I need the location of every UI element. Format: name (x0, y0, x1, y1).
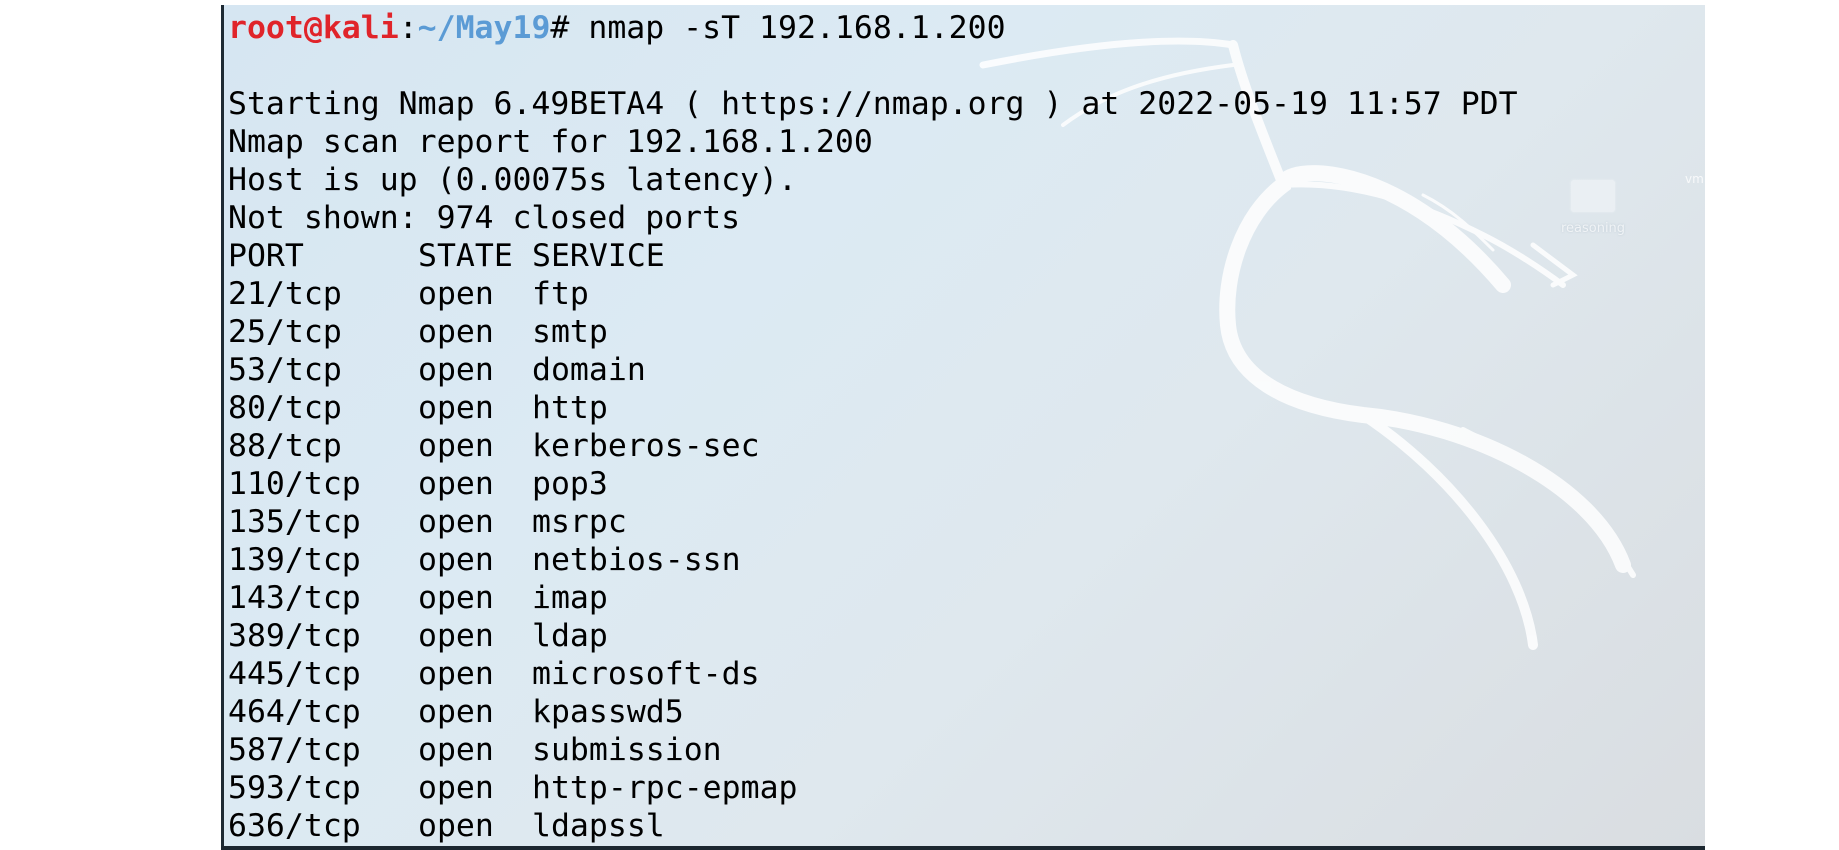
terminal-prompt-line: root@kali:~/May19# nmap -sT 192.168.1.20… (228, 9, 1518, 47)
port-number: 593/tcp (228, 770, 361, 806)
port-number: 636/tcp (228, 808, 361, 844)
port-number: 53/tcp (228, 352, 342, 388)
port-row: 139/tcp open netbios-ssn (228, 541, 1518, 579)
port-row: 88/tcp open kerberos-sec (228, 427, 1518, 465)
terminal-output-line: Starting Nmap 6.49BETA4 ( https://nmap.o… (228, 86, 1518, 122)
port-state: open (418, 314, 494, 350)
header-service: SERVICE (532, 238, 665, 274)
port-number: 25/tcp (228, 314, 342, 350)
port-service: submission (532, 732, 722, 768)
desktop-folder-shortcut[interactable]: reasoning (1543, 180, 1643, 236)
port-number: 110/tcp (228, 466, 361, 502)
port-row: 25/tcp open smtp (228, 313, 1518, 351)
port-row: 143/tcp open imap (228, 579, 1518, 617)
port-table-header: PORT STATE SERVICE (228, 237, 1518, 275)
port-number: 80/tcp (228, 390, 342, 426)
window-left-border (221, 5, 224, 850)
port-service: ldapssl (532, 808, 665, 844)
port-number: 464/tcp (228, 694, 361, 730)
port-state: open (418, 276, 494, 312)
port-service: http-rpc-epmap (532, 770, 798, 806)
port-row: 135/tcp open msrpc (228, 503, 1518, 541)
port-number: 88/tcp (228, 428, 342, 464)
port-state: open (418, 390, 494, 426)
prompt-symbol: # (550, 10, 570, 46)
port-service: pop3 (532, 466, 608, 502)
port-service: imap (532, 580, 608, 616)
port-number: 21/tcp (228, 276, 342, 312)
port-number: 389/tcp (228, 618, 361, 654)
port-service: kerberos-sec (532, 428, 760, 464)
desktop-background: reasoning vm root@kali:~/May19# nmap -sT… (223, 5, 1705, 850)
prompt-command: nmap -sT 192.168.1.200 (569, 10, 1006, 46)
header-state: STATE (418, 238, 513, 274)
port-state: open (418, 618, 494, 654)
prompt-path: ~/May19 (417, 10, 551, 46)
port-number: 143/tcp (228, 580, 361, 616)
window-bottom-border (221, 846, 1705, 850)
port-service: netbios-ssn (532, 542, 741, 578)
prompt-user-host: root@kali (228, 10, 399, 46)
port-state: open (418, 732, 494, 768)
port-service: ftp (532, 276, 589, 312)
port-state: open (418, 504, 494, 540)
port-state: open (418, 694, 494, 730)
terminal-output-line: Host is up (0.00075s latency). (228, 162, 797, 198)
port-row: 389/tcp open ldap (228, 617, 1518, 655)
port-state: open (418, 770, 494, 806)
port-service: kpasswd5 (532, 694, 684, 730)
header-port: PORT (228, 238, 304, 274)
desktop-folder-label: reasoning (1560, 221, 1626, 236)
port-state: open (418, 428, 494, 464)
port-state: open (418, 352, 494, 388)
port-row: 464/tcp open kpasswd5 (228, 693, 1518, 731)
folder-icon (1571, 180, 1615, 212)
port-service: smtp (532, 314, 608, 350)
port-service: msrpc (532, 504, 627, 540)
port-row: 636/tcp open ldapssl (228, 807, 1518, 845)
port-number: 139/tcp (228, 542, 361, 578)
port-service: http (532, 390, 608, 426)
port-row: 445/tcp open microsoft-ds (228, 655, 1518, 693)
port-state: open (418, 656, 494, 692)
port-row: 53/tcp open domain (228, 351, 1518, 389)
port-service: domain (532, 352, 646, 388)
desktop-vm-label: vm (1685, 172, 1704, 186)
terminal-output-line: Not shown: 974 closed ports (228, 200, 741, 236)
port-state: open (418, 808, 494, 844)
port-row: 80/tcp open http (228, 389, 1518, 427)
port-state: open (418, 580, 494, 616)
terminal-output[interactable]: root@kali:~/May19# nmap -sT 192.168.1.20… (228, 9, 1518, 845)
port-row: 21/tcp open ftp (228, 275, 1518, 313)
port-row: 593/tcp open http-rpc-epmap (228, 769, 1518, 807)
port-state: open (418, 542, 494, 578)
port-service: ldap (532, 618, 608, 654)
port-number: 135/tcp (228, 504, 361, 540)
port-row: 110/tcp open pop3 (228, 465, 1518, 503)
port-number: 445/tcp (228, 656, 361, 692)
prompt-separator: : (398, 10, 418, 46)
port-state: open (418, 466, 494, 502)
port-row: 587/tcp open submission (228, 731, 1518, 769)
terminal-output-line: Nmap scan report for 192.168.1.200 (228, 124, 873, 160)
port-service: microsoft-ds (532, 656, 760, 692)
port-number: 587/tcp (228, 732, 361, 768)
